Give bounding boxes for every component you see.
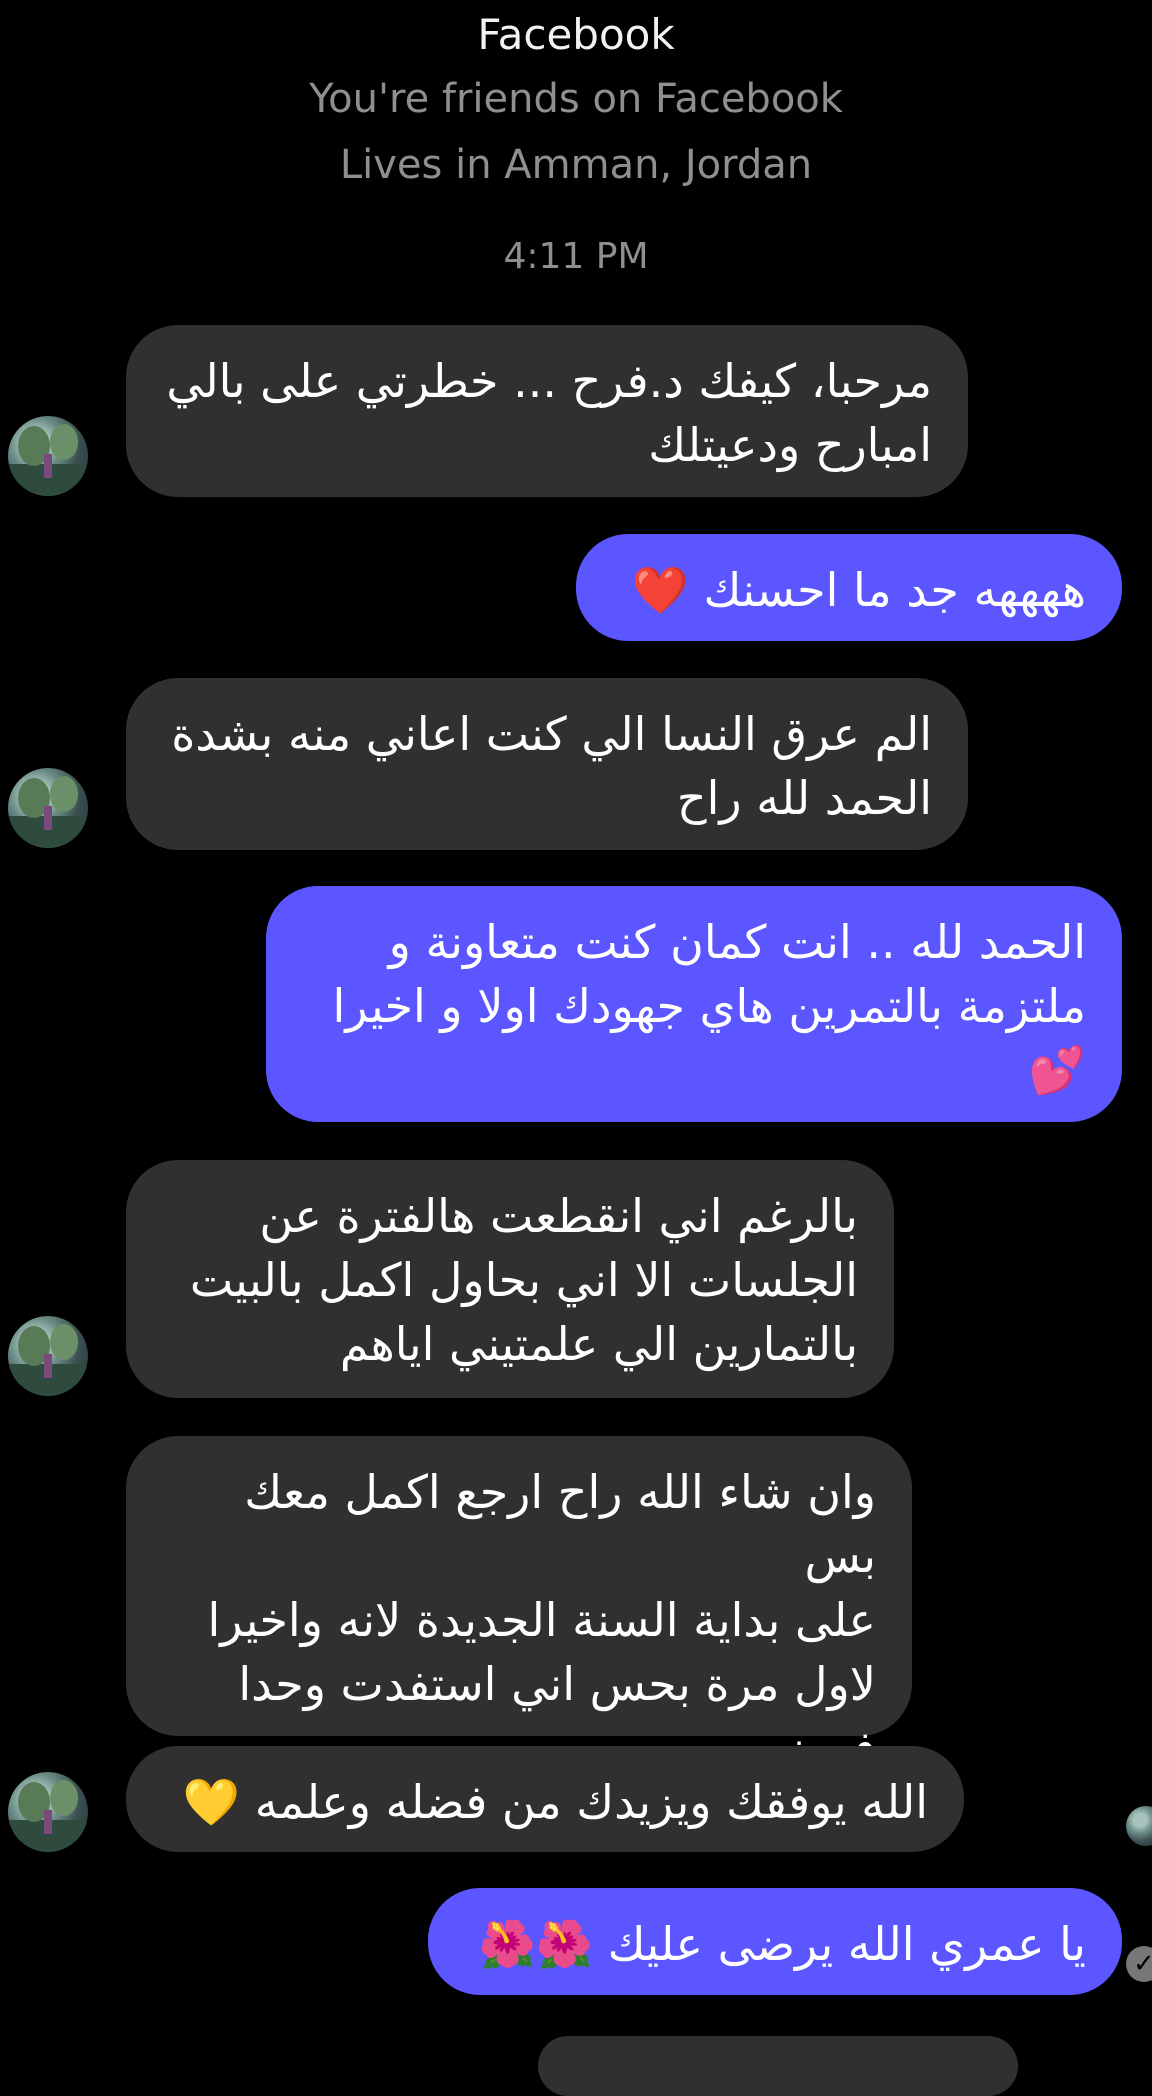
message-bubble-incoming[interactable]: الم عرق النسا الي كنت اعاني منه بشدة الح… (126, 678, 968, 850)
message-bubble-incoming[interactable]: مرحبا، كيفك د.فرح ... خطرتي على بالي امب… (126, 325, 968, 497)
contact-avatar[interactable] (8, 1772, 88, 1852)
page-title: Facebook (477, 10, 675, 59)
read-receipt-avatar (1126, 1806, 1152, 1846)
message-bubble-outgoing[interactable]: يا عمري الله يرضى عليك 🌺🌺 (428, 1888, 1122, 1995)
contact-avatar[interactable] (8, 416, 88, 496)
message-bubble-incoming[interactable]: بالرغم اني انقطعت هالفترة عن الجلسات الا… (126, 1160, 894, 1398)
location-text: Lives in Amman, Jordan (339, 142, 813, 188)
contact-avatar[interactable] (8, 768, 88, 848)
message-bubble-incoming[interactable] (538, 2036, 1018, 2096)
contact-avatar[interactable] (8, 1316, 88, 1396)
message-bubble-outgoing[interactable]: ههههه جد ما احسنك ❤️ (576, 534, 1122, 641)
message-bubble-incoming[interactable]: وان شاء الله راح ارجع اكمل معك بس على بد… (126, 1436, 912, 1775)
friend-status-text: You're friends on Facebook (309, 76, 843, 122)
message-bubble-outgoing[interactable]: الحمد لله .. انت كمان كنت متعاونة و ملتز… (266, 886, 1122, 1122)
seen-check-icon: ✓ (1126, 1946, 1152, 1982)
message-timestamp: 4:11 PM (503, 236, 649, 277)
message-bubble-incoming[interactable]: الله يوفقك ويزيدك من فضله وعلمه 💛 (126, 1746, 964, 1852)
